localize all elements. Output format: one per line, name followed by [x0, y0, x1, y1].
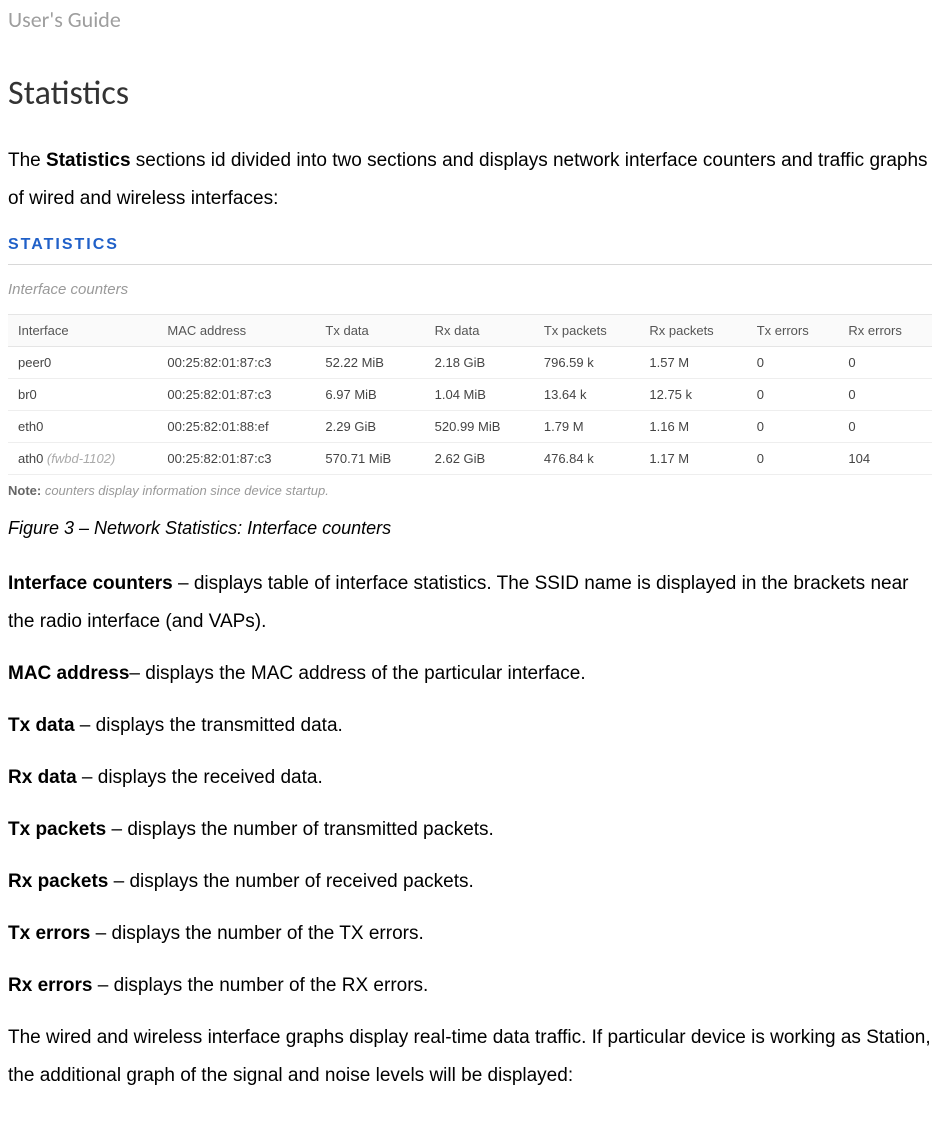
table-cell: br0: [8, 379, 157, 411]
col-mac-address: MAC address: [157, 315, 315, 347]
figure-caption: Figure 3 – Network Statistics: Interface…: [8, 518, 932, 539]
table-cell: 12.75 k: [639, 379, 746, 411]
table-cell: 520.99 MiB: [425, 411, 534, 443]
table-row: peer000:25:82:01:87:c352.22 MiB2.18 GiB7…: [8, 347, 932, 379]
divider: [8, 264, 932, 265]
definition: Tx packets – displays the number of tran…: [8, 811, 932, 849]
table-cell: 2.62 GiB: [425, 443, 534, 475]
definition: MAC address– displays the MAC address of…: [8, 655, 932, 693]
table-cell: 0: [747, 411, 839, 443]
intro-rest: sections id divided into two sections an…: [8, 150, 928, 209]
col-tx-errors: Tx errors: [747, 315, 839, 347]
table-cell: 570.71 MiB: [315, 443, 424, 475]
table-cell: 52.22 MiB: [315, 347, 424, 379]
table-cell: 00:25:82:01:88:ef: [157, 411, 315, 443]
definition-term: Rx packets: [8, 871, 108, 892]
section-title: Statistics: [8, 73, 932, 114]
definition-text: – displays the transmitted data.: [75, 715, 343, 736]
table-cell: eth0: [8, 411, 157, 443]
statistics-screenshot: STATISTICS Interface counters Interface …: [8, 236, 932, 498]
definition-term: Rx errors: [8, 975, 93, 996]
table-cell: 0: [747, 347, 839, 379]
table-row: br000:25:82:01:87:c36.97 MiB1.04 MiB13.6…: [8, 379, 932, 411]
col-rx-data: Rx data: [425, 315, 534, 347]
table-cell: 00:25:82:01:87:c3: [157, 379, 315, 411]
table-cell: 104: [838, 443, 932, 475]
table-cell: 0: [747, 443, 839, 475]
closing-paragraph: The wired and wireless interface graphs …: [8, 1019, 932, 1095]
intro-paragraph: The Statistics sections id divided into …: [8, 142, 932, 218]
intro-bold: Statistics: [46, 150, 130, 171]
definition-term: Tx data: [8, 715, 75, 736]
col-tx-data: Tx data: [315, 315, 424, 347]
definition: Rx errors – displays the number of the R…: [8, 967, 932, 1005]
footnote: Note: counters display information since…: [8, 483, 932, 498]
table-row: eth000:25:82:01:88:ef2.29 GiB520.99 MiB1…: [8, 411, 932, 443]
table-cell: 13.64 k: [534, 379, 640, 411]
table-cell: 00:25:82:01:87:c3: [157, 347, 315, 379]
interface-counters-subtitle: Interface counters: [8, 281, 932, 298]
intro-prefix: The: [8, 150, 46, 171]
definition: Interface counters – displays table of i…: [8, 565, 932, 641]
table-cell: 0: [747, 379, 839, 411]
interface-counters-table: Interface MAC address Tx data Rx data Tx…: [8, 314, 932, 475]
table-cell: 796.59 k: [534, 347, 640, 379]
definition: Tx errors – displays the number of the T…: [8, 915, 932, 953]
col-interface: Interface: [8, 315, 157, 347]
table-cell: 2.29 GiB: [315, 411, 424, 443]
table-cell: 00:25:82:01:87:c3: [157, 443, 315, 475]
table-cell: 1.16 M: [639, 411, 746, 443]
statistics-title: STATISTICS: [8, 236, 932, 254]
table-cell: 476.84 k: [534, 443, 640, 475]
table-cell: 0: [838, 379, 932, 411]
definition-term: Tx errors: [8, 923, 90, 944]
table-row: ath0 (fwbd-1102)00:25:82:01:87:c3570.71 …: [8, 443, 932, 475]
definition: Tx data – displays the transmitted data.: [8, 707, 932, 745]
col-rx-errors: Rx errors: [838, 315, 932, 347]
definition-text: – displays the received data.: [77, 767, 323, 788]
table-cell: peer0: [8, 347, 157, 379]
definition: Rx packets – displays the number of rece…: [8, 863, 932, 901]
table-cell: ath0 (fwbd-1102): [8, 443, 157, 475]
definition-text: – displays the number of transmitted pac…: [106, 819, 494, 840]
table-cell: 1.79 M: [534, 411, 640, 443]
table-cell: 1.17 M: [639, 443, 746, 475]
definition-term: MAC address: [8, 663, 129, 684]
definition-term: Tx packets: [8, 819, 106, 840]
table-cell: 0: [838, 411, 932, 443]
table-cell: 1.04 MiB: [425, 379, 534, 411]
ssid-label: (fwbd-1102): [47, 451, 115, 466]
document-header: User's Guide: [8, 6, 932, 33]
definition-term: Interface counters: [8, 573, 173, 594]
definition-term: Rx data: [8, 767, 77, 788]
definition-text: – displays the MAC address of the partic…: [129, 663, 585, 684]
col-rx-packets: Rx packets: [639, 315, 746, 347]
table-cell: 0: [838, 347, 932, 379]
note-text: counters display information since devic…: [41, 483, 329, 498]
col-tx-packets: Tx packets: [534, 315, 640, 347]
definition: Rx data – displays the received data.: [8, 759, 932, 797]
table-cell: 6.97 MiB: [315, 379, 424, 411]
table-header-row: Interface MAC address Tx data Rx data Tx…: [8, 315, 932, 347]
note-label: Note:: [8, 483, 41, 498]
definition-text: – displays the number of the TX errors.: [90, 923, 423, 944]
table-cell: 2.18 GiB: [425, 347, 534, 379]
definition-text: – displays the number of received packet…: [108, 871, 473, 892]
definition-text: – displays the number of the RX errors.: [93, 975, 429, 996]
table-cell: 1.57 M: [639, 347, 746, 379]
